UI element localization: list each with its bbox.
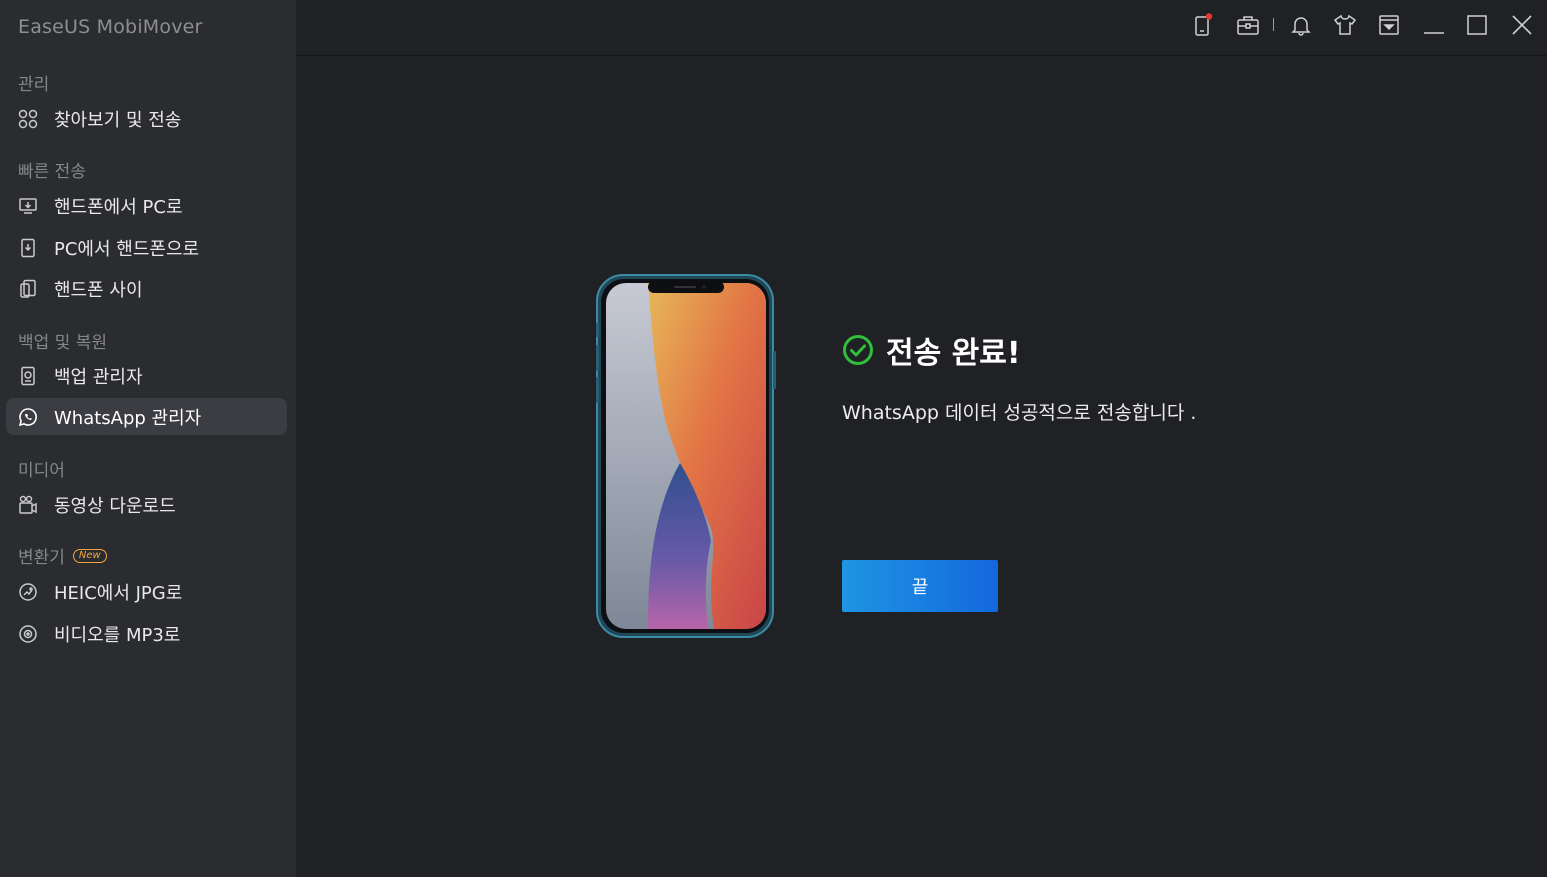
phone-to-phone-icon: [17, 278, 39, 300]
sidebar-item-label: PC에서 핸드폰으로: [54, 238, 200, 260]
sidebar: EaseUS MobiMover 관리 찾아보기 및 전송 빠른 전송 핸드폰에…: [0, 0, 296, 877]
grid-browse-icon: [17, 108, 39, 130]
result-title-text: 전송 완료!: [886, 336, 1021, 371]
sidebar-item-label: 동영상 다운로드: [54, 495, 176, 517]
sidebar-item-phone-to-pc[interactable]: 핸드폰에서 PC로: [6, 187, 287, 224]
sidebar-item-phone-to-phone[interactable]: 핸드폰 사이: [6, 270, 287, 307]
app-title: EaseUS MobiMover: [18, 16, 203, 38]
sidebar-item-label: HEIC에서 JPG로: [54, 582, 183, 604]
sidebar-item-whatsapp-manager[interactable]: WhatsApp 관리자: [6, 398, 287, 435]
section-label-manage: 관리: [18, 75, 50, 95]
whatsapp-icon: [17, 406, 39, 428]
close-icon[interactable]: [1509, 12, 1535, 38]
bell-icon[interactable]: [1288, 12, 1314, 38]
sidebar-item-label: 찾아보기 및 전송: [54, 109, 182, 131]
sidebar-item-pc-to-phone[interactable]: PC에서 핸드폰으로: [6, 229, 287, 266]
new-badge: New: [72, 549, 107, 563]
sidebar-item-heic-to-jpg[interactable]: HEIC에서 JPG로: [6, 573, 287, 610]
sidebar-item-video-to-mp3[interactable]: 비디오를 MP3로: [6, 615, 287, 652]
sidebar-item-backup-manager[interactable]: 백업 관리자: [6, 357, 287, 394]
title-bar: [296, 0, 1547, 56]
sidebar-item-browse-transfer[interactable]: 찾아보기 및 전송: [6, 100, 287, 137]
toolbar-separator: [1273, 18, 1274, 31]
section-label-converter: 변환기 New: [18, 543, 107, 568]
section-label-media: 미디어: [18, 461, 65, 481]
success-check-icon: [842, 334, 874, 366]
app-window: EaseUS MobiMover 관리 찾아보기 및 전송 빠른 전송 핸드폰에…: [0, 0, 1547, 877]
sidebar-item-label: 백업 관리자: [54, 366, 143, 388]
section-label-quick-transfer: 빠른 전송: [18, 162, 86, 182]
section-label-text: 변환기: [18, 548, 65, 568]
sidebar-item-label: WhatsApp 관리자: [54, 407, 202, 429]
shirt-icon[interactable]: [1332, 12, 1358, 38]
image-convert-icon: [17, 581, 39, 603]
minimize-icon[interactable]: [1421, 12, 1447, 38]
result-title: 전송 완료!: [842, 328, 1021, 372]
sidebar-item-label: 비디오를 MP3로: [54, 624, 181, 646]
phone-to-pc-icon: [17, 195, 39, 217]
section-label-backup-restore: 백업 및 복원: [18, 333, 108, 353]
sidebar-item-video-download[interactable]: 동영상 다운로드: [6, 486, 287, 523]
sidebar-item-label: 핸드폰에서 PC로: [54, 196, 183, 218]
backup-icon: [17, 365, 39, 387]
transfer-result: 전송 완료! WhatsApp 데이터 성공적으로 전송합니다 .: [842, 328, 1196, 424]
phone-illustration: [596, 273, 776, 639]
result-message: WhatsApp 데이터 성공적으로 전송합니다 .: [842, 402, 1197, 424]
toolbox-icon[interactable]: [1235, 12, 1261, 38]
device-notification-icon[interactable]: [1190, 12, 1216, 38]
sidebar-item-label: 핸드폰 사이: [54, 279, 143, 301]
video-to-mp3-icon: [17, 623, 39, 645]
pc-to-phone-icon: [17, 237, 39, 259]
video-download-icon: [17, 494, 39, 516]
done-button[interactable]: 끝: [842, 560, 998, 612]
maximize-icon[interactable]: [1464, 12, 1490, 38]
dropdown-menu-icon[interactable]: [1376, 12, 1402, 38]
